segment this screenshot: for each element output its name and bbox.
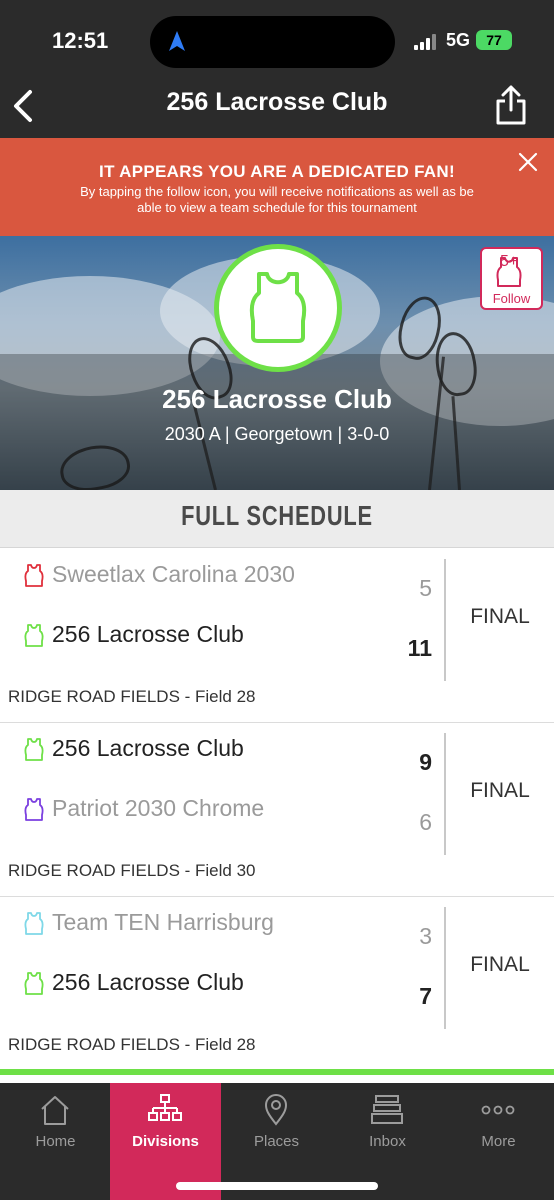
next-game-peek: [0, 1075, 554, 1083]
team-logo: [214, 244, 342, 372]
schedule-header: FULL SCHEDULE: [0, 490, 554, 548]
game-venue: RIDGE ROAD FIELDS - Field 28: [8, 1035, 256, 1054]
signal-icon: [414, 34, 440, 50]
more-icon: [481, 1105, 515, 1115]
team2-name: Patriot 2030 Chrome: [52, 795, 265, 821]
tab-more[interactable]: More: [443, 1083, 554, 1200]
team2-score: 7: [419, 983, 432, 1009]
top-bar: 12:51 5G 77 256 Lacrosse Club: [0, 0, 554, 138]
team1-name: Sweetlax Carolina 2030: [52, 561, 295, 587]
team2-name: 256 Lacrosse Club: [52, 969, 244, 995]
status-time: 12:51: [52, 28, 109, 53]
team1-score: 3: [419, 923, 432, 949]
tab-home[interactable]: Home: [0, 1083, 111, 1200]
tab-label: More: [481, 1133, 516, 1150]
game-card[interactable]: Sweetlax Carolina 2030 5 256 Lacrosse Cl…: [0, 549, 554, 723]
jersey-icon: [24, 624, 44, 647]
team1-name: Team TEN Harrisburg: [52, 909, 274, 935]
close-icon[interactable]: [516, 150, 540, 174]
tab-label: Inbox: [369, 1133, 406, 1150]
schedule-title: FULL SCHEDULE: [181, 500, 373, 531]
page-title: 256 Lacrosse Club: [166, 88, 388, 116]
team-name: 256 Lacrosse Club: [162, 384, 392, 414]
location-arrow-icon: [169, 31, 185, 51]
dynamic-island: [150, 16, 395, 68]
network-type: 5G: [446, 30, 471, 50]
banner-body: By tapping the follow icon, you will rec…: [80, 184, 474, 215]
game-status: FINAL: [470, 953, 530, 976]
team2-name: 256 Lacrosse Club: [52, 621, 244, 647]
team-hero: 5+ Follow 256 Lacrosse Club 2030 A | Geo…: [0, 236, 554, 490]
follow-badge: 5+: [500, 253, 519, 270]
team1-score: 9: [419, 749, 432, 775]
jersey-icon: [24, 798, 44, 821]
tab-label: Places: [253, 1133, 300, 1150]
battery-icon: 77: [476, 30, 512, 50]
tab-label: Home: [35, 1133, 76, 1150]
jersey-icon: [249, 272, 307, 343]
team1-name: 256 Lacrosse Club: [52, 735, 244, 761]
game-venue: RIDGE ROAD FIELDS - Field 28: [8, 687, 256, 706]
team1-score: 5: [419, 575, 432, 601]
follow-button[interactable]: 5+ Follow: [480, 247, 543, 310]
home-icon: [41, 1096, 69, 1125]
jersey-icon: [24, 564, 44, 587]
game-status: FINAL: [470, 779, 530, 802]
tab-label: Divisions: [132, 1133, 199, 1150]
home-indicator[interactable]: [176, 1182, 378, 1190]
follow-label: Follow: [492, 291, 531, 306]
location-pin-icon: [264, 1094, 288, 1126]
banner-title: IT APPEARS YOU ARE A DEDICATED FAN!: [99, 162, 455, 181]
team2-score: 11: [407, 635, 432, 661]
jersey-icon: [24, 972, 44, 995]
share-button[interactable]: [494, 84, 528, 126]
game-status: FINAL: [470, 605, 530, 628]
game-card[interactable]: 256 Lacrosse Club 9 Patriot 2030 Chrome …: [0, 723, 554, 897]
game-card[interactable]: Team TEN Harrisburg 3 256 Lacrosse Club …: [0, 897, 554, 1069]
bracket-icon: [148, 1094, 182, 1121]
inbox-icon: [371, 1095, 403, 1124]
team-meta: 2030 A | Georgetown | 3-0-0: [164, 424, 390, 444]
team2-score: 6: [419, 809, 432, 835]
jersey-icon: [24, 738, 44, 761]
jersey-icon: [24, 912, 44, 935]
follow-banner: IT APPEARS YOU ARE A DEDICATED FAN! By t…: [0, 138, 554, 236]
game-venue: RIDGE ROAD FIELDS - Field 30: [8, 861, 256, 880]
